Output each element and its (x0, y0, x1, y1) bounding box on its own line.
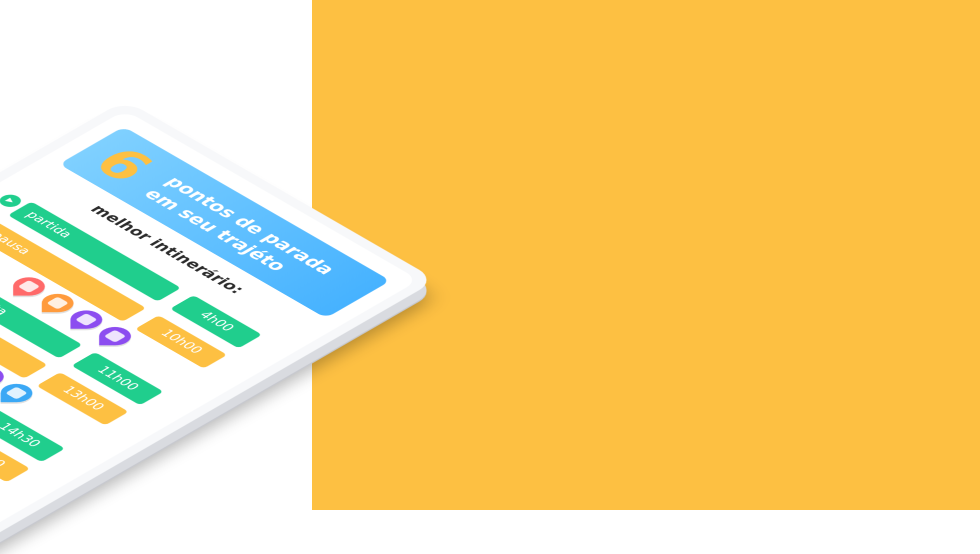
food-icon[interactable] (0, 367, 4, 386)
pin-glyph (46, 296, 69, 310)
pin-glyph (17, 280, 41, 293)
pin-glyph (5, 386, 28, 400)
pin-glyph (75, 313, 98, 327)
coffee-icon[interactable] (41, 293, 74, 313)
phone-device: 6 pontos de parada em seu trajéto melhor… (0, 100, 437, 554)
isometric-stage: 6 pontos de parada em seu trajéto melhor… (0, 0, 980, 554)
fuel-pump-icon[interactable] (13, 277, 45, 296)
sleep-icon[interactable] (0, 383, 33, 403)
tools-icon[interactable] (99, 326, 131, 346)
stop-count: 6 (79, 138, 168, 190)
phone-screen: 6 pontos de parada em seu trajéto melhor… (0, 110, 420, 544)
pin-glyph (103, 329, 127, 343)
food-icon[interactable] (70, 310, 103, 329)
